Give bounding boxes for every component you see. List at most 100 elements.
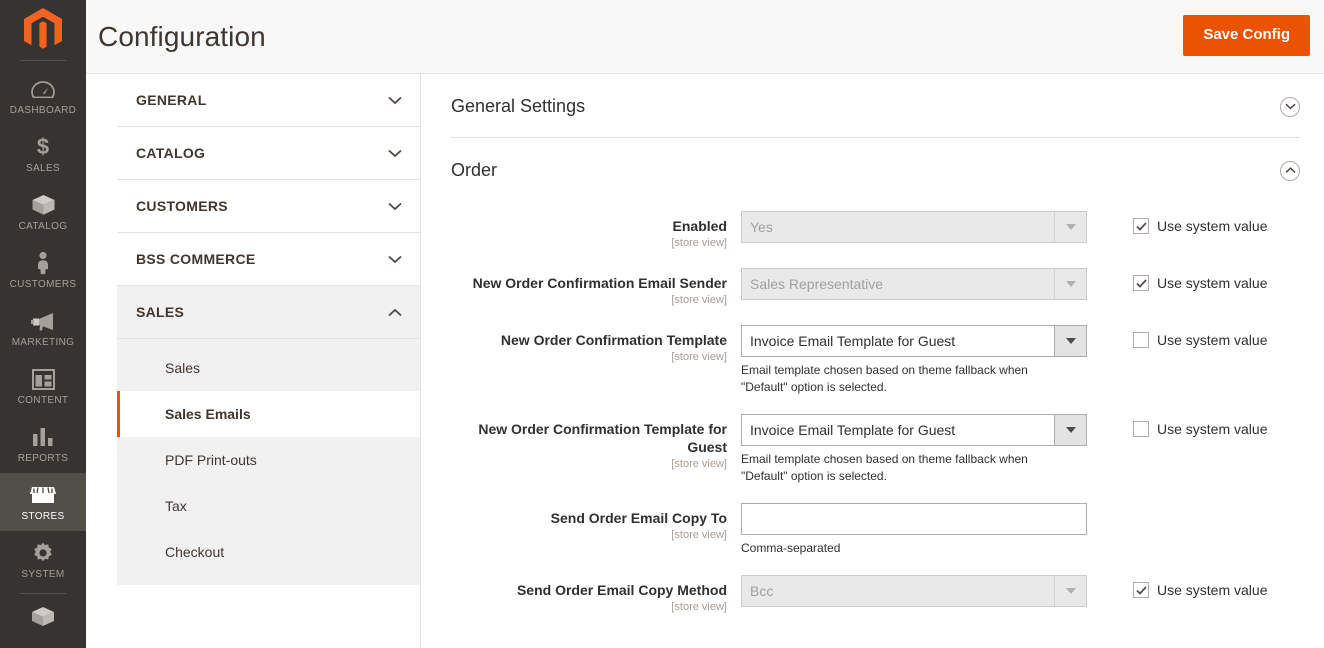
select-new-order-confirmation-email-sender[interactable]: Sales Representative [741,268,1087,300]
field-note: Email template chosen based on theme fal… [741,363,1028,394]
field-row-send-order-email-copy-to: Send Order Email Copy To [store view] Co… [451,503,1300,557]
use-system-value-label: Use system value [1157,421,1268,437]
sidebar-item-stores[interactable]: STORES [0,473,86,531]
scope-note: [store view] [671,294,727,306]
config-nav: GENERAL CATALOG CUSTOMERS BSS COMMERCE S… [117,74,421,648]
field-note: Comma-separated [741,541,841,555]
config-section-label: CUSTOMERS [136,198,228,214]
config-section-sales[interactable]: SALES [117,286,420,339]
field-label: New Order Confirmation Template [store v… [451,325,741,364]
sidebar-divider-top [20,60,66,61]
sidebar-item-system[interactable]: SYSTEM [0,531,86,589]
body-row: GENERAL CATALOG CUSTOMERS BSS COMMERCE S… [86,74,1324,648]
chevron-down-icon [1054,212,1086,242]
megaphone-icon [30,308,56,334]
config-section-catalog[interactable]: CATALOG [117,127,420,180]
use-system-value-label: Use system value [1157,275,1268,291]
sidebar-item-catalog[interactable]: CATALOG [0,183,86,241]
field-row-new-order-confirmation-template: New Order Confirmation Template [store v… [451,325,1300,396]
field-control: Yes [741,211,1087,243]
field-row-new-order-confirmation-email-sender: New Order Confirmation Email Sender [sto… [451,268,1300,307]
gear-icon [31,540,55,566]
use-system-value-checkbox[interactable] [1133,421,1149,437]
chevron-down-icon [388,255,402,264]
scope-note: [store view] [671,458,727,470]
send-order-email-copy-to-input[interactable] [741,503,1087,535]
config-section-label: SALES [136,304,185,320]
field-control: Sales Representative [741,268,1087,300]
sidebar-item-dashboard[interactable]: DASHBOARD [0,67,86,125]
section-title: Order [451,160,498,180]
dashboard-icon [31,76,55,102]
sidebar-item-marketing[interactable]: MARKETING [0,299,86,357]
field-row-enabled: Enabled [store view] Yes Use system valu… [451,211,1300,250]
sidebar-item-sales[interactable]: $ SALES [0,125,86,183]
admin-page: DASHBOARD $ SALES CATALOG CUSTOMERS MARK… [0,0,1324,648]
scope-note: [store view] [671,351,727,363]
config-subitems-sales: Sales Sales Emails PDF Print-outs Tax Ch… [117,339,420,585]
chevron-down-icon [1054,415,1086,445]
config-section-general[interactable]: GENERAL [117,74,420,127]
use-system-value-email-sender[interactable]: Use system value [1087,268,1267,291]
chevron-down-icon [388,96,402,105]
field-label: New Order Confirmation Template for Gues… [451,414,741,471]
scope-note: [store view] [671,601,727,613]
page-title: Configuration [98,20,266,52]
config-subitem-checkout[interactable]: Checkout [117,529,420,575]
order-fieldset: Enabled [store view] Yes Use system valu… [451,201,1300,614]
box-icon [31,192,56,218]
sidebar-item-reports[interactable]: REPORTS [0,415,86,473]
extensions-icon [30,603,56,629]
field-label: New Order Confirmation Email Sender [sto… [451,268,741,307]
use-system-value-template-guest[interactable]: Use system value [1087,414,1267,437]
select-value: Sales Representative [750,276,884,292]
config-section-label: GENERAL [136,92,207,108]
sidebar-item-label: MARKETING [11,337,75,348]
select-send-order-email-copy-method[interactable]: Bcc [741,575,1087,607]
config-subitem-sales[interactable]: Sales [117,345,420,391]
sidebar-item-content[interactable]: CONTENT [0,357,86,415]
select-enabled[interactable]: Yes [741,211,1087,243]
svg-text:$: $ [37,135,49,159]
field-row-send-order-email-copy-method: Send Order Email Copy Method [store view… [451,575,1300,614]
dollar-icon: $ [35,134,51,160]
use-system-value-enabled[interactable]: Use system value [1087,211,1267,234]
config-subitem-sales-emails[interactable]: Sales Emails [117,391,420,437]
sidebar-item-label: STORES [21,511,65,522]
sidebar-item-extensions[interactable] [0,594,86,640]
section-title: General Settings [451,96,586,116]
scope-note: [store view] [671,529,727,541]
use-system-value-checkbox[interactable] [1133,275,1149,291]
page-header: Configuration Save Config [86,0,1324,74]
magento-logo[interactable] [0,0,86,60]
chevron-down-icon [1054,576,1086,606]
config-subitem-pdf-print-outs[interactable]: PDF Print-outs [117,437,420,483]
config-subitem-tax[interactable]: Tax [117,483,420,529]
config-section-bss-commerce[interactable]: BSS COMMERCE [117,233,420,286]
use-system-value-checkbox[interactable] [1133,218,1149,234]
chevron-up-circle-icon [1280,160,1300,181]
magento-logo-icon [24,8,62,49]
admin-sidebar: DASHBOARD $ SALES CATALOG CUSTOMERS MARK… [0,0,86,648]
select-new-order-confirmation-template-for-guest[interactable]: Invoice Email Template for Guest [741,414,1087,446]
select-new-order-confirmation-template[interactable]: Invoice Email Template for Guest [741,325,1087,357]
sidebar-item-label: CUSTOMERS [9,279,77,290]
config-section-label: BSS COMMERCE [136,251,256,267]
select-value: Invoice Email Template for Guest [750,333,956,349]
section-header-order[interactable]: Order [451,138,1300,201]
section-header-general-settings[interactable]: General Settings [451,74,1300,138]
use-system-value-copy-method[interactable]: Use system value [1087,575,1267,598]
use-system-value-checkbox[interactable] [1133,582,1149,598]
sidebar-item-customers[interactable]: CUSTOMERS [0,241,86,299]
config-section-customers[interactable]: CUSTOMERS [117,180,420,233]
chevron-down-circle-icon [1280,96,1300,117]
bar-chart-icon [32,424,54,450]
save-config-button[interactable]: Save Config [1183,15,1310,56]
field-label: Send Order Email Copy Method [store view… [451,575,741,614]
use-system-value-checkbox[interactable] [1133,332,1149,348]
select-value: Bcc [750,583,774,599]
use-system-value-template[interactable]: Use system value [1087,325,1267,348]
scope-note: [store view] [671,237,727,249]
field-control: Invoice Email Template for Guest Email t… [741,414,1087,485]
select-value: Yes [750,219,773,235]
